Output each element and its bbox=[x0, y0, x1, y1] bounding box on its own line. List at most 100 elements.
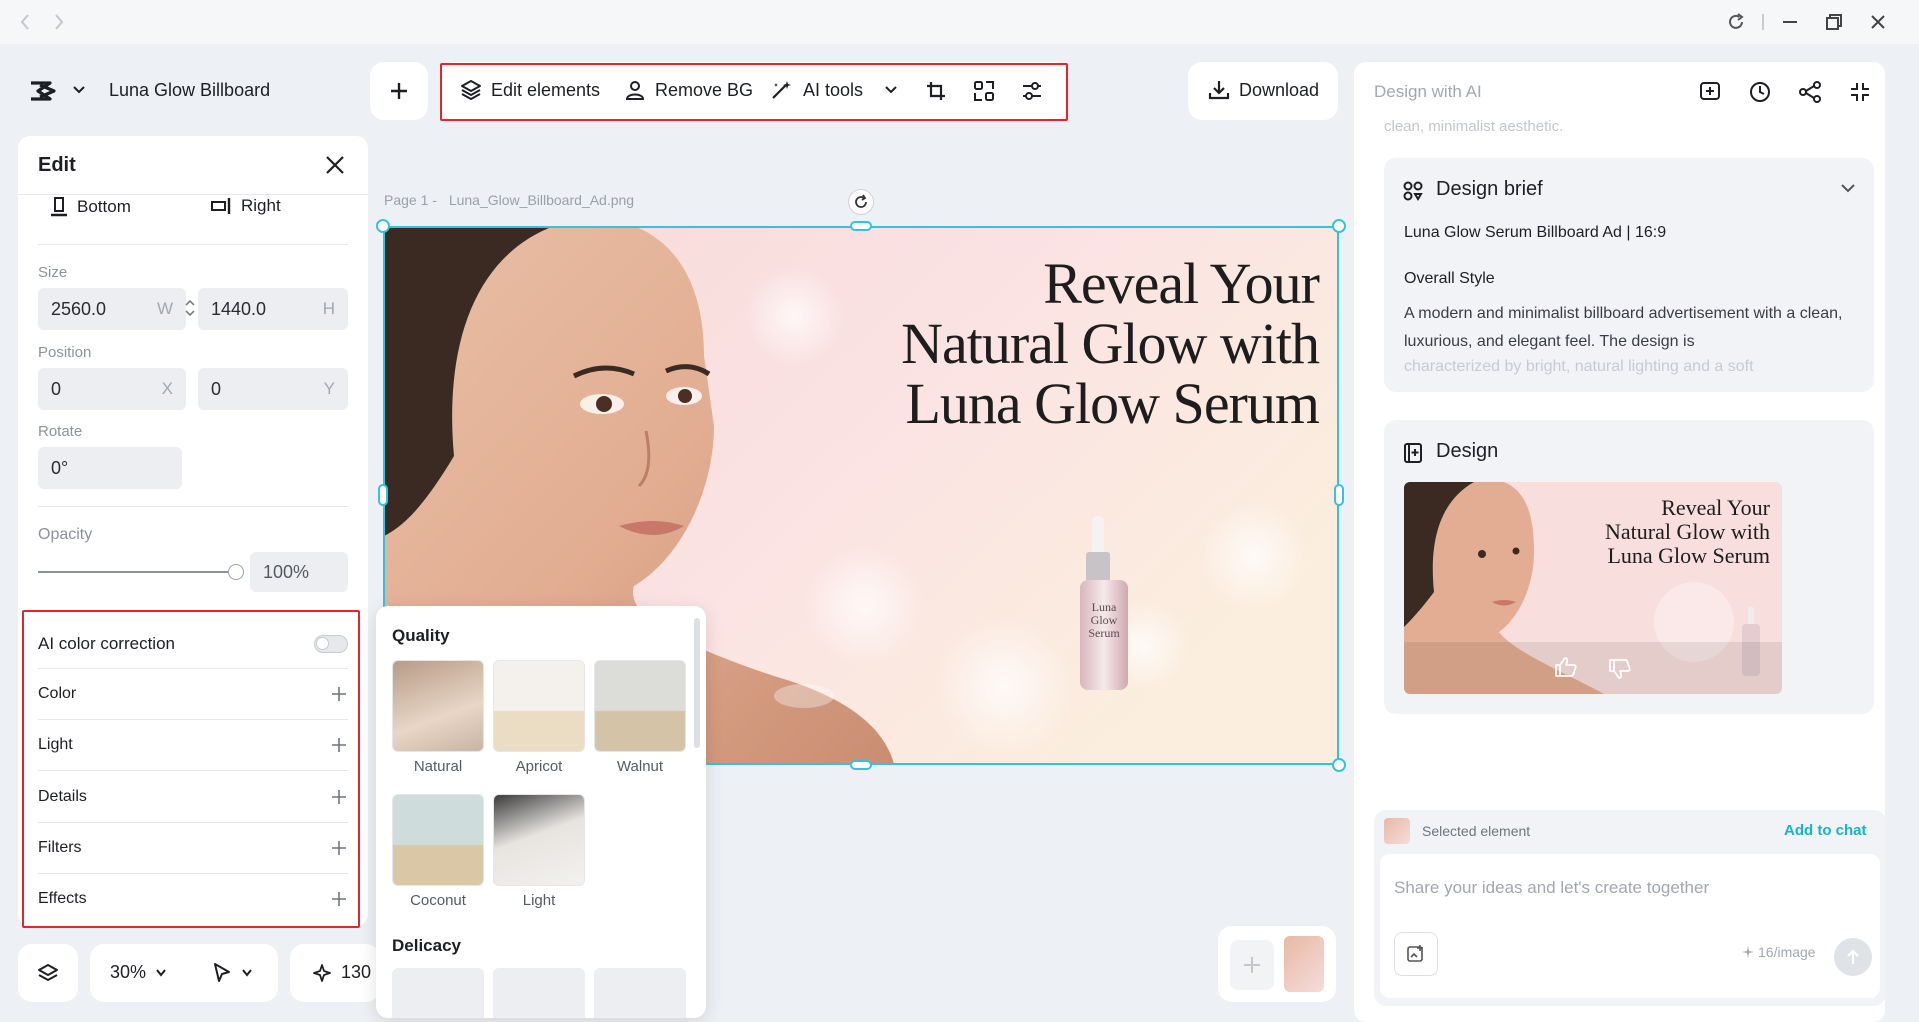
chevron-down-icon[interactable] bbox=[72, 84, 86, 96]
align-right-button[interactable]: Right bbox=[210, 196, 281, 216]
share-icon[interactable] bbox=[1798, 80, 1822, 104]
opacity-slider-track[interactable] bbox=[38, 571, 238, 573]
rotate-field[interactable]: 0° bbox=[38, 447, 182, 489]
preset-apricot[interactable]: Apricot bbox=[493, 660, 585, 775]
page-strip bbox=[1218, 926, 1336, 1002]
ai-tools-button[interactable]: AI tools bbox=[770, 79, 898, 101]
plus-icon[interactable] bbox=[330, 890, 348, 908]
section-row-color[interactable]: Color bbox=[38, 668, 348, 719]
resize-handle-bottom-right[interactable] bbox=[1332, 758, 1346, 772]
width-field[interactable]: 2560.0 W bbox=[38, 288, 186, 330]
delicacy-preset[interactable] bbox=[493, 968, 585, 1018]
plus-icon bbox=[1244, 957, 1260, 973]
collapse-icon[interactable] bbox=[1848, 80, 1872, 104]
resize-handle-top[interactable] bbox=[850, 221, 872, 231]
credits-badge[interactable]: 130 bbox=[290, 944, 380, 1002]
section-row-details[interactable]: Details bbox=[38, 770, 348, 822]
x-suffix: X bbox=[161, 379, 173, 398]
section-row-filters[interactable]: Filters bbox=[38, 822, 348, 873]
remove-bg-label: Remove BG bbox=[655, 79, 754, 100]
design-card: Design Reveal Your Natural Glow with Lun… bbox=[1384, 420, 1874, 714]
delicacy-preset[interactable] bbox=[594, 968, 686, 1018]
design-brief-body: A modern and minimalist billboard advert… bbox=[1404, 305, 1843, 350]
section-row-light[interactable]: Light bbox=[38, 719, 348, 770]
height-field[interactable]: 1440.0 H bbox=[198, 288, 348, 330]
attach-image-button[interactable] bbox=[1394, 932, 1438, 976]
section-row-effects[interactable]: Effects bbox=[38, 873, 348, 924]
height-value: 1440.0 bbox=[211, 298, 267, 319]
app-logo-icon[interactable] bbox=[28, 80, 58, 102]
close-icon[interactable] bbox=[324, 154, 346, 176]
resize-handle-left[interactable] bbox=[378, 484, 388, 506]
section-label: Filters bbox=[38, 839, 82, 856]
history-icon[interactable] bbox=[1748, 80, 1772, 104]
ai-color-correction-toggle[interactable] bbox=[314, 635, 348, 653]
plus-icon[interactable] bbox=[330, 788, 348, 806]
position-x-field[interactable]: 0 X bbox=[38, 368, 186, 410]
lock-ratio-icon[interactable] bbox=[184, 298, 196, 318]
resize-handle-top-left[interactable] bbox=[376, 219, 390, 233]
page-thumbnail[interactable] bbox=[1284, 936, 1324, 992]
design-thumbnail[interactable]: Reveal Your Natural Glow with Luna Glow … bbox=[1404, 482, 1782, 694]
download-label: Download bbox=[1239, 79, 1320, 100]
resize-handle-top-right[interactable] bbox=[1332, 219, 1346, 233]
zoom-value: 30% bbox=[110, 962, 147, 982]
edit-panel: Edit Bottom Right Size 2560.0 W 1440.0 H… bbox=[18, 136, 368, 926]
chevron-down-icon[interactable] bbox=[1840, 182, 1856, 194]
remove-bg-button[interactable]: Remove BG bbox=[624, 79, 753, 101]
add-to-chat-link[interactable]: Add to chat bbox=[1784, 822, 1867, 839]
preset-light[interactable]: Light bbox=[493, 794, 585, 909]
preset-walnut[interactable]: Walnut bbox=[594, 660, 686, 775]
plus-icon[interactable] bbox=[330, 839, 348, 857]
layers-button[interactable] bbox=[18, 944, 78, 1002]
minimize-icon[interactable] bbox=[1780, 12, 1800, 32]
adjust-sliders-icon[interactable] bbox=[1021, 80, 1043, 102]
divider bbox=[38, 244, 348, 245]
plus-icon[interactable] bbox=[330, 685, 348, 703]
smart-select-icon[interactable] bbox=[973, 80, 995, 102]
chat-input-placeholder[interactable]: Share your ideas and let's create togeth… bbox=[1394, 878, 1709, 898]
preset-thumbnail bbox=[493, 794, 585, 886]
send-button[interactable] bbox=[1834, 938, 1872, 976]
resize-handle-bottom[interactable] bbox=[850, 760, 872, 770]
thumbs-down-icon[interactable] bbox=[1608, 658, 1632, 680]
popup-scrollbar[interactable] bbox=[694, 618, 700, 748]
opacity-slider-thumb[interactable] bbox=[228, 564, 244, 580]
back-arrow-icon[interactable] bbox=[16, 11, 34, 33]
rotate-handle[interactable] bbox=[848, 189, 874, 215]
svg-text:Glow: Glow bbox=[1091, 613, 1118, 627]
zoom-dropdown[interactable]: 30% bbox=[110, 962, 167, 983]
edit-elements-button[interactable]: Edit elements bbox=[460, 79, 600, 101]
delicacy-preset[interactable] bbox=[392, 968, 484, 1018]
add-button[interactable] bbox=[370, 62, 428, 120]
preset-label: Walnut bbox=[616, 758, 664, 775]
design-brief-title: Design brief bbox=[1436, 178, 1543, 200]
crop-icon[interactable] bbox=[925, 80, 947, 102]
plus-icon[interactable] bbox=[330, 736, 348, 754]
design-brief-card[interactable]: Design brief Luna Glow Serum Billboard A… bbox=[1384, 158, 1874, 392]
position-y-field[interactable]: 0 Y bbox=[198, 368, 348, 410]
chevron-down-icon[interactable] bbox=[884, 84, 898, 96]
selected-element-label: Selected element bbox=[1422, 823, 1531, 839]
brief-icon bbox=[1402, 180, 1424, 202]
align-right-icon bbox=[211, 198, 231, 214]
download-button[interactable]: Download bbox=[1188, 62, 1338, 120]
forward-arrow-icon[interactable] bbox=[50, 11, 68, 33]
magic-wand-icon bbox=[772, 81, 791, 99]
preset-natural[interactable]: Natural bbox=[392, 660, 484, 775]
refresh-icon[interactable] bbox=[1726, 12, 1746, 32]
restore-icon[interactable] bbox=[1824, 12, 1844, 32]
resize-handle-right[interactable] bbox=[1334, 484, 1344, 506]
add-page-button[interactable] bbox=[1230, 940, 1274, 990]
thumbs-up-icon[interactable] bbox=[1554, 656, 1578, 678]
close-window-icon[interactable] bbox=[1868, 12, 1888, 32]
pointer-tool-dropdown[interactable] bbox=[212, 962, 253, 984]
opacity-field[interactable]: 100% bbox=[250, 552, 348, 592]
project-title[interactable]: Luna Glow Billboard bbox=[109, 80, 270, 101]
preset-thumbnail bbox=[392, 660, 484, 752]
align-bottom-button[interactable]: Bottom bbox=[50, 196, 131, 218]
chevron-down-icon bbox=[242, 969, 252, 977]
preset-coconut[interactable]: Coconut bbox=[392, 794, 484, 909]
chat-input-area[interactable]: Share your ideas and let's create togeth… bbox=[1380, 854, 1880, 998]
new-chat-icon[interactable] bbox=[1698, 80, 1722, 104]
